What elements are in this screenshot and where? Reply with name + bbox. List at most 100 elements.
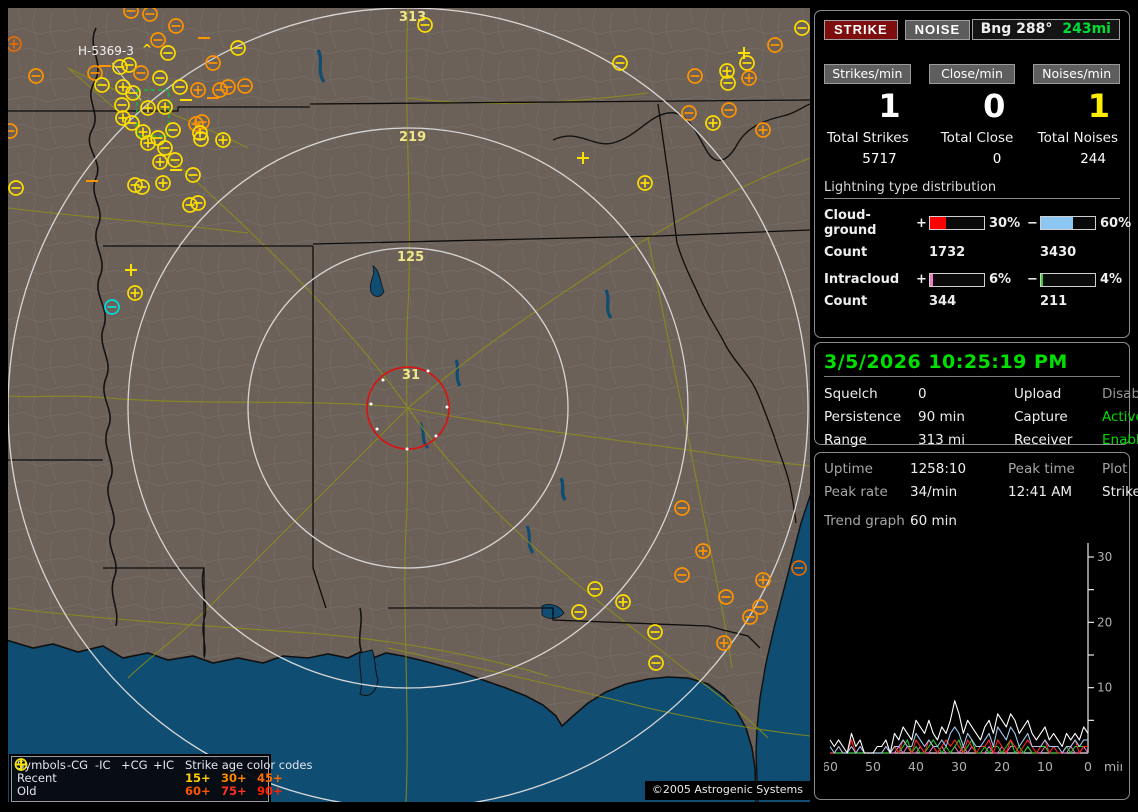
ic-pos-pct: 6% [989,272,1012,287]
uptime-label: Uptime [824,461,873,477]
strike-dot [426,369,430,373]
receiver-status: Enabled [1102,432,1138,448]
noises-per-min-button[interactable]: Noises/min [1033,64,1120,84]
persistence-label: Persistence [824,409,902,425]
strike-dot [375,427,379,431]
legend-row-label: Old [17,784,37,798]
legend-icp-symbol [16,759,26,770]
bearing-distance: 243mi [1062,21,1111,37]
x-axis-unit: min [1104,759,1122,774]
cloud-ground-label: Cloud-ground [824,208,877,238]
ic-pos-bar [929,272,985,287]
total-noises-label: Total Noises [1037,130,1118,146]
plot-label: Plot [1102,461,1128,477]
legend-col-icneg: -IC [95,758,111,772]
legend-col-icpos: +IC [153,758,175,772]
noises-per-min-value: 1 [1087,87,1110,125]
map-canvas: 313 219 125 31 H-5369-3 ^ [8,8,810,802]
count-label: Count [824,245,868,260]
plus-sign: + [916,272,927,287]
bearing-display: Bng 288° 243mi [971,19,1120,40]
trend-panel: Uptime 1258:10 Peak time Plot Peak rate … [814,452,1138,800]
ring-label-219: 219 [399,130,426,145]
status-panel: 3/5/2026 10:25:19 PM Squelch 0 Upload Di… [814,342,1138,448]
trend-graph-label: Trend graph [824,513,905,529]
cg-neg-pct: 60% [1100,215,1132,231]
ic-neg-count: 211 [1040,294,1068,309]
ic-pos-count: 344 [929,294,957,309]
ring-label-313: 313 [399,10,426,25]
squelch-label: Squelch [824,386,878,402]
y-tick-label: 30 [1097,550,1112,564]
close-per-min-button[interactable]: Close/min [928,64,1016,84]
upload-label: Upload [1014,386,1062,402]
total-strikes-label: Total Strikes [826,130,909,146]
x-tick-label: 50 [865,759,881,774]
x-tick-label: 60 [824,759,838,774]
x-tick-label: 20 [994,759,1010,774]
count-label: Count [824,294,868,309]
upload-status: Disabled [1102,386,1138,402]
x-tick-label: 0 [1084,759,1092,774]
trend-series [829,700,1089,754]
peak-rate-value: 34/min [910,484,958,500]
close-per-min-value: 0 [983,87,1006,125]
receiver-label: Receiver [1014,432,1073,448]
persistence-value: 90 min [918,409,965,425]
minus-sign: − [1027,215,1038,231]
cg-pos-count: 1732 [929,245,966,260]
plot-value: Strike [1102,484,1138,500]
peak-rate-label: Peak rate [824,484,888,500]
cg-pos-bar [929,216,985,230]
noise-button[interactable]: NOISE [904,19,971,40]
trend-axes: 10 20 30 60 50 40 30 20 10 0 min [822,543,1128,774]
storm-cell-caret: ^ [142,42,152,56]
legend-col-cgneg: -CG [67,758,89,772]
trend-series-Total [829,700,1089,754]
trend-graph-value: 60 min [910,513,957,529]
symbol-legend: Symbols -CG -IC +CG +IC Strike age color… [11,756,313,802]
strike-dot [381,378,385,382]
total-close-label: Total Close [940,130,1014,146]
range-label: Range [824,432,867,448]
strike-button[interactable]: STRIKE [824,19,898,40]
intracloud-label: Intracloud [824,272,900,287]
age-60: 60+ [185,784,211,798]
plus-sign: + [916,215,927,231]
capture-status: Active [1102,409,1138,425]
minus-sign: − [1027,272,1038,287]
strike-dot [369,402,373,406]
cg-neg-count: 3430 [1040,245,1077,260]
peak-time-value: 12:41 AM [1008,484,1073,500]
strikes-per-min-button[interactable]: Strikes/min [824,64,911,84]
lightning-map[interactable]: 313 219 125 31 H-5369-3 ^ Symbols -CG -I… [8,8,810,802]
ic-neg-pct: 4% [1100,272,1123,287]
counters-panel: STRIKE NOISE Bng 288° 243mi Strikes/min … [814,10,1131,338]
legend-col-cgpos: +CG [121,758,148,772]
strike-dot [405,447,409,451]
x-tick-label: 40 [908,759,924,774]
total-close-value: 0 [992,151,1002,167]
cg-neg-bar [1040,216,1096,230]
ring-label-31: 31 [402,368,420,383]
y-tick-label: 20 [1097,615,1112,629]
total-strikes-value: 5717 [862,151,897,167]
total-noises-value: 244 [1080,151,1106,167]
cg-pos-pct: 30% [989,215,1021,231]
y-tick-label: 10 [1097,681,1112,695]
x-tick-label: 30 [951,759,967,774]
trend-chart-svg: 10 20 30 60 50 40 30 20 10 0 min [822,543,1128,774]
uptime-value: 1258:10 [910,461,967,477]
strike-dot [434,434,438,438]
squelch-value: 0 [918,386,927,402]
datetime-display: 3/5/2026 10:25:19 PM [824,351,1120,377]
range-value: 313 mi [918,432,965,448]
ic-neg-bar [1040,272,1096,287]
copyright-notice: ©2005 Astrogenic Systems [644,781,810,800]
x-tick-label: 10 [1037,759,1053,774]
capture-label: Capture [1014,409,1068,425]
app-window: 313 219 125 31 H-5369-3 ^ Symbols -CG -I… [0,0,1138,812]
storm-cell-label: H-5369-3 [78,44,134,58]
bearing-label: Bng 288° [980,21,1053,37]
ring-label-125: 125 [397,250,424,265]
